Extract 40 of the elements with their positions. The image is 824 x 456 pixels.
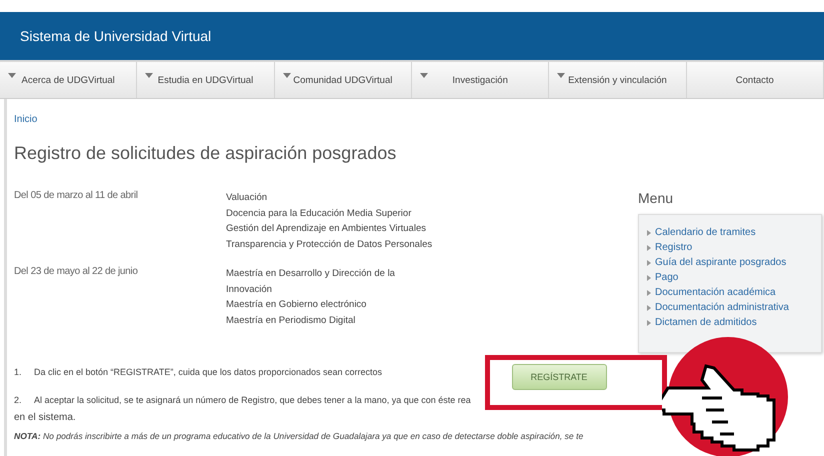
program-name: Transparencia y Protección de Datos Personales bbox=[226, 238, 434, 252]
program-name: Maestría en Desarrollo y Dirección de la Innovación bbox=[226, 267, 396, 296]
program-name: Docencia para la Educación Media Superior bbox=[226, 206, 412, 220]
bullet-icon bbox=[647, 230, 651, 236]
date-range: Del 05 de marzo al 11 de abril bbox=[14, 190, 139, 201]
program-name: Gestión del Aprendizaje en Ambientes Virtuales bbox=[226, 222, 427, 236]
step-number: 2. bbox=[14, 395, 23, 405]
bullet-icon bbox=[647, 290, 651, 296]
page-title: Registro de solicitudes de aspiración posgrados bbox=[14, 143, 398, 164]
step-text: en el sistema. bbox=[14, 412, 77, 423]
register-button[interactable]: REGÍSTRATE bbox=[512, 364, 606, 390]
menu-title: Menu bbox=[638, 190, 674, 206]
bullet-icon bbox=[647, 244, 651, 250]
program-name: Maestría en Gobierno electrónico bbox=[226, 298, 368, 312]
menu-link[interactable]: Guía del aspirante posgrados bbox=[647, 255, 815, 270]
program-name: Valuación bbox=[226, 191, 268, 205]
menu-link[interactable]: Dictamen de admitidos bbox=[647, 315, 815, 330]
site-title: Sistema de Universidad Virtual bbox=[20, 28, 212, 44]
bullet-icon bbox=[647, 304, 651, 310]
nav-item[interactable]: Estudia en UDGVirtual bbox=[137, 62, 275, 98]
note-text: NOTA: No podrás inscribirte a más de un programa educativo de la Universidad de Guadalajara ya que en caso de detectarse doble aspiración, se te bbox=[14, 431, 584, 441]
nav-item[interactable]: Acerca de UDGVirtual bbox=[0, 62, 138, 98]
menu-link[interactable]: Calendario de tramites bbox=[647, 225, 815, 240]
step-text: Da clic en el botón “REGISTRATE”, cuida que los datos proporcionados sean correctos bbox=[34, 367, 382, 377]
menu-link[interactable]: Registro bbox=[647, 240, 815, 255]
menu-link[interactable]: Documentación académica bbox=[647, 285, 815, 300]
step-text: Al aceptar la solicitud, se te asignará un número de Registro, que debes tener a la mano, ya que con éste rea bbox=[34, 395, 471, 405]
nav-item[interactable]: Comunidad UDGVirtual bbox=[274, 62, 412, 98]
date-range: Del 23 de mayo al 22 de junio bbox=[14, 266, 139, 277]
nav-item[interactable]: Extensión y vinculación bbox=[549, 62, 687, 98]
nav-item[interactable]: Investigación bbox=[412, 62, 550, 98]
breadcrumb-link[interactable]: Inicio bbox=[14, 114, 38, 125]
bullet-icon bbox=[647, 260, 651, 266]
bullet-icon bbox=[647, 320, 651, 326]
menu-link[interactable]: Pago bbox=[647, 270, 815, 285]
bullet-icon bbox=[647, 274, 651, 280]
program-name: Maestría en Periodismo Digital bbox=[226, 314, 356, 328]
nav-item[interactable]: Contacto bbox=[686, 62, 824, 98]
step-number: 1. bbox=[14, 367, 23, 377]
menu-link[interactable]: Documentación administrativa bbox=[647, 300, 815, 315]
